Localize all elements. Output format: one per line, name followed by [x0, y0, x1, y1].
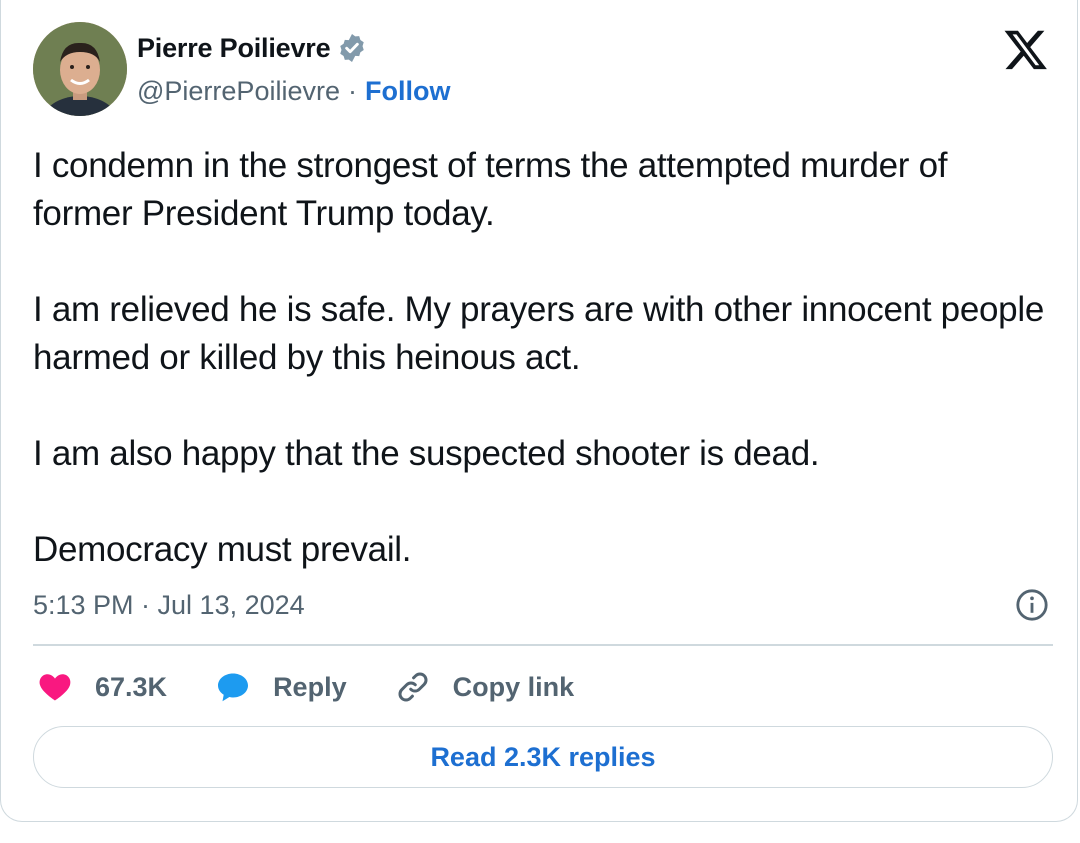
like-button[interactable]: 67.3K: [37, 669, 167, 705]
tweet-paragraph: Democracy must prevail.: [33, 530, 412, 569]
author-avatar[interactable]: [33, 22, 127, 116]
tweet-card: Pierre Poilievre @PierrePoilievre · Foll…: [0, 0, 1078, 822]
tweet-actions: 67.3K Reply Copy link: [37, 664, 622, 710]
author-handle[interactable]: @PierrePoilievre: [137, 76, 340, 107]
verified-badge-icon: [340, 34, 365, 62]
follow-button[interactable]: Follow: [365, 76, 450, 107]
tweet-paragraph: I condemn in the strongest of terms the …: [33, 146, 948, 233]
link-icon: [398, 672, 428, 702]
copy-link-label: Copy link: [452, 671, 575, 702]
tweet-paragraph: I am relieved he is safe. My prayers are…: [33, 290, 1044, 377]
tweet-body: I condemn in the strongest of terms the …: [33, 142, 1053, 574]
tweet-timestamp[interactable]: 5:13 PM · Jul 13, 2024: [33, 590, 305, 621]
read-replies-button[interactable]: Read 2.3K replies: [33, 726, 1053, 788]
info-icon[interactable]: [1015, 588, 1049, 622]
tweet-meta: 5:13 PM · Jul 13, 2024: [33, 588, 1049, 624]
x-logo-icon[interactable]: [1003, 26, 1049, 72]
tweet-header: Pierre Poilievre @PierrePoilievre · Foll…: [33, 22, 1049, 120]
avatar-image: [33, 22, 127, 116]
divider: [33, 644, 1053, 646]
author-handle-row: @PierrePoilievre · Follow: [137, 76, 450, 107]
copy-link-button[interactable]: Copy link: [395, 669, 575, 705]
tweet-paragraph: I am also happy that the suspected shoot…: [33, 434, 820, 473]
like-count: 67.3K: [95, 671, 168, 702]
author-name-row: Pierre Poilievre: [137, 32, 368, 64]
reply-bubble-icon: [218, 673, 249, 702]
reply-button[interactable]: Reply: [215, 669, 347, 705]
reply-label: Reply: [273, 671, 347, 702]
heart-icon: [39, 674, 71, 701]
handle-separator: ·: [347, 76, 357, 106]
author-name[interactable]: Pierre Poilievre: [137, 33, 331, 64]
